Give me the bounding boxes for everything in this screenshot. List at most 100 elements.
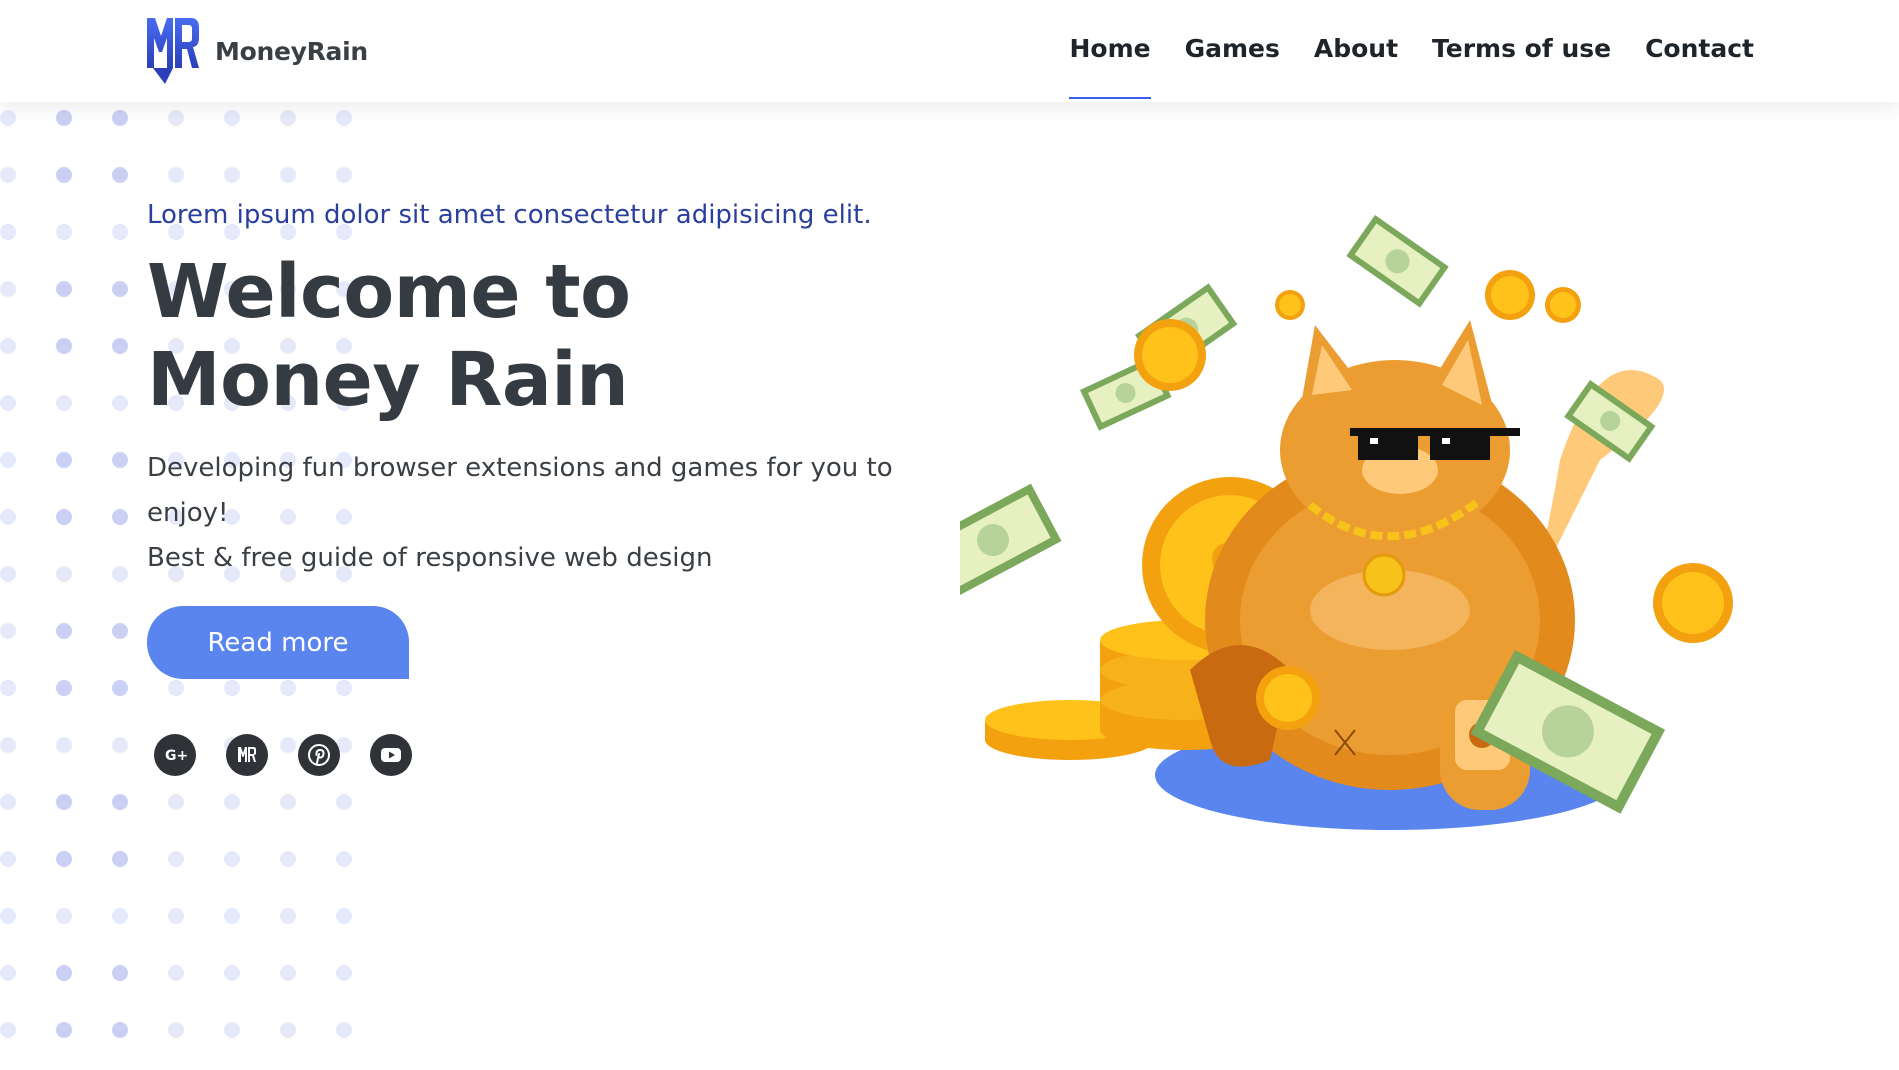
decorative-dot <box>0 1022 16 1038</box>
moneyrain-link[interactable] <box>226 734 268 776</box>
decorative-dot <box>336 908 352 924</box>
decorative-dot <box>112 965 128 981</box>
nav-terms-of-use[interactable]: Terms of use <box>1432 34 1611 99</box>
decorative-dot <box>112 281 128 297</box>
social-links: G+ <box>154 734 412 776</box>
decorative-dot <box>168 851 184 867</box>
pinterest-icon <box>308 744 330 766</box>
decorative-dot <box>0 224 16 240</box>
decorative-dot <box>56 224 72 240</box>
decorative-dot <box>112 680 128 696</box>
decorative-dot <box>280 851 296 867</box>
logo[interactable]: MoneyRain <box>145 16 368 86</box>
decorative-dot <box>0 566 16 582</box>
nav-games[interactable]: Games <box>1185 34 1280 99</box>
decorative-dot <box>56 395 72 411</box>
decorative-dot <box>168 908 184 924</box>
decorative-dot <box>280 110 296 126</box>
decorative-dot <box>56 281 72 297</box>
decorative-dot <box>224 1022 240 1038</box>
decorative-dot <box>0 680 16 696</box>
decorative-dot <box>224 110 240 126</box>
decorative-dot <box>0 395 16 411</box>
hero-section: Lorem ipsum dolor sit amet consectetur a… <box>147 200 947 581</box>
decorative-dot <box>336 965 352 981</box>
decorative-dot <box>112 623 128 639</box>
youtube-icon <box>381 748 401 762</box>
decorative-dot <box>224 167 240 183</box>
decorative-dot <box>336 680 352 696</box>
decorative-dot <box>224 965 240 981</box>
decorative-dot <box>336 167 352 183</box>
decorative-dot <box>0 338 16 354</box>
mr-monogram-icon <box>147 18 199 84</box>
cat-with-money-illustration: $ <box>960 215 1733 830</box>
decorative-dot <box>168 794 184 810</box>
decorative-dot <box>56 623 72 639</box>
decorative-dot <box>112 851 128 867</box>
decorative-dot <box>168 680 184 696</box>
decorative-dot <box>0 794 16 810</box>
decorative-dot <box>112 224 128 240</box>
hero-title: Welcome to Money Rain <box>147 248 947 424</box>
decorative-dot <box>224 851 240 867</box>
pinterest-link[interactable] <box>298 734 340 776</box>
decorative-dot <box>56 794 72 810</box>
decorative-dot <box>0 281 16 297</box>
decorative-dot <box>56 1022 72 1038</box>
decorative-dot <box>0 509 16 525</box>
decorative-dot <box>56 167 72 183</box>
decorative-dot <box>280 167 296 183</box>
decorative-dot <box>112 908 128 924</box>
decorative-dot <box>0 452 16 468</box>
decorative-dot <box>112 509 128 525</box>
decorative-dot <box>0 851 16 867</box>
decorative-dot <box>112 395 128 411</box>
decorative-dot <box>56 509 72 525</box>
decorative-dot <box>336 1022 352 1038</box>
decorative-dot <box>336 851 352 867</box>
decorative-dot <box>0 908 16 924</box>
decorative-dot <box>280 794 296 810</box>
money-bill <box>1346 215 1449 308</box>
decorative-dot <box>280 908 296 924</box>
decorative-dot <box>112 1022 128 1038</box>
decorative-dot <box>224 908 240 924</box>
hero-description: Developing fun browser extensions and ga… <box>147 446 927 581</box>
hero-description-line-1: Developing fun browser extensions and ga… <box>147 453 893 528</box>
nav-about[interactable]: About <box>1314 34 1398 99</box>
decorative-dot <box>224 794 240 810</box>
site-header: MoneyRain Home Games About Terms of use … <box>0 0 1899 102</box>
main-nav: Home Games About Terms of use Contact <box>1069 34 1754 99</box>
hero-title-line-2: Money Rain <box>147 337 629 423</box>
nav-contact[interactable]: Contact <box>1645 34 1754 99</box>
decorative-dot <box>56 338 72 354</box>
hero-title-line-1: Welcome to <box>147 249 631 335</box>
decorative-dot <box>56 965 72 981</box>
decorative-dot <box>0 110 16 126</box>
decorative-dot <box>0 737 16 753</box>
decorative-dot <box>56 452 72 468</box>
decorative-dot <box>112 737 128 753</box>
decorative-dot <box>112 110 128 126</box>
decorative-dot <box>112 452 128 468</box>
decorative-dot <box>168 110 184 126</box>
svg-text:G+: G+ <box>165 748 188 764</box>
money-bill <box>960 483 1062 598</box>
decorative-dot <box>112 794 128 810</box>
hero-tagline: Lorem ipsum dolor sit amet consectetur a… <box>147 200 872 230</box>
decorative-dot <box>168 1022 184 1038</box>
decorative-dot <box>56 908 72 924</box>
brand-name: MoneyRain <box>215 36 368 66</box>
decorative-dot <box>112 167 128 183</box>
decorative-dot <box>280 680 296 696</box>
read-more-button[interactable]: Read more <box>147 606 409 679</box>
nav-home[interactable]: Home <box>1069 34 1151 99</box>
decorative-dot <box>168 965 184 981</box>
decorative-dot <box>112 566 128 582</box>
youtube-link[interactable] <box>370 734 412 776</box>
decorative-dot <box>336 794 352 810</box>
google-plus-icon: G+ <box>165 748 188 764</box>
decorative-dot <box>56 851 72 867</box>
google-plus-link[interactable]: G+ <box>154 734 196 776</box>
